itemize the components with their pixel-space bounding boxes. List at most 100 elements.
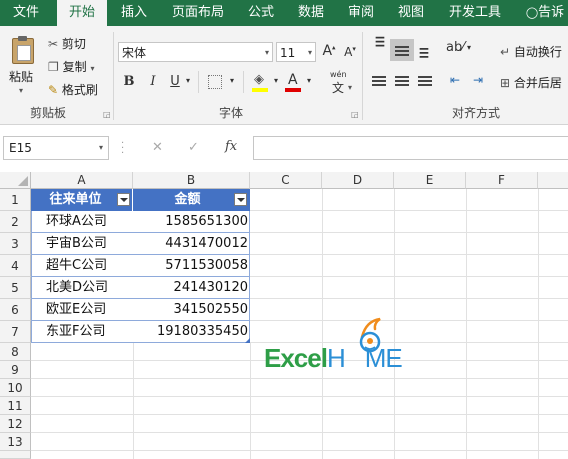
fill-color-button[interactable]: ◈ (252, 72, 270, 94)
chevron-down-icon[interactable]: ▾ (228, 76, 236, 85)
table-cell-amount[interactable]: 1585651300 (133, 211, 248, 233)
align-bottom-icon[interactable]: ▁ ▁ ▁ (416, 38, 432, 57)
increase-indent-icon[interactable]: ⇥ (469, 73, 487, 87)
table-resize-handle-icon[interactable] (245, 338, 250, 343)
row-header[interactable]: 5 (0, 277, 31, 299)
table-cell-amount[interactable]: 19180335450 (133, 321, 248, 343)
row-header[interactable]: 7 (0, 321, 31, 343)
cancel-entry-icon[interactable]: ✕ (152, 140, 163, 155)
column-header-c[interactable]: C (250, 172, 322, 189)
tab-home[interactable]: 开始 (57, 0, 107, 26)
row-header[interactable]: 9 (0, 361, 31, 379)
align-right-icon[interactable] (418, 76, 432, 78)
tab-insert[interactable]: 插入 (113, 0, 155, 26)
divider (243, 71, 244, 93)
logo-text-excel: Excel (264, 343, 328, 373)
tab-page-layout[interactable]: 页面布局 (163, 0, 233, 26)
font-group-label: 字体 (219, 106, 244, 120)
row-header[interactable]: 13 (0, 433, 31, 451)
select-all-corner[interactable] (0, 172, 31, 189)
formula-bar: E15 ▾ · · · ✕ ✓ fx (0, 125, 568, 172)
phonetic-guide-button[interactable]: wén 文 ▾ (325, 70, 355, 96)
decrease-indent-icon[interactable]: ⇤ (446, 73, 464, 87)
row-header[interactable]: 3 (0, 233, 31, 255)
divider (198, 71, 199, 93)
column-header-f[interactable]: F (466, 172, 538, 189)
tab-data[interactable]: 数据 (290, 0, 332, 26)
row-header[interactable]: 12 (0, 415, 31, 433)
gridline (466, 189, 467, 459)
grow-font-button[interactable]: A▴ (321, 43, 337, 59)
tab-file[interactable]: 文件 (0, 0, 52, 26)
chevron-down-icon[interactable]: ▾ (272, 76, 280, 85)
row-header[interactable]: 11 (0, 397, 31, 415)
row-header[interactable]: 6 (0, 299, 31, 321)
table-cell-company[interactable]: 北美D公司 (46, 277, 133, 299)
table-cell-amount[interactable]: 5711530058 (133, 255, 248, 277)
row-header[interactable]: 8 (0, 343, 31, 361)
chevron-down-icon: ▾ (264, 48, 269, 57)
underline-button[interactable]: U (168, 74, 182, 89)
dialog-launcher-icon[interactable]: ◲ (351, 110, 359, 119)
format-painter-button[interactable]: ✎ 格式刷 (48, 81, 98, 98)
align-middle-button[interactable] (390, 39, 414, 61)
row-header[interactable]: 4 (0, 255, 31, 277)
font-color-button[interactable]: A (284, 72, 302, 94)
table-cell-company[interactable]: 宇宙B公司 (46, 233, 133, 255)
name-box[interactable]: E15 ▾ (3, 136, 109, 160)
table-cell-company[interactable]: 欧亚E公司 (46, 299, 133, 321)
column-header-e[interactable]: E (394, 172, 466, 189)
table-cell-company[interactable]: 超牛C公司 (46, 255, 133, 277)
enter-entry-icon[interactable]: ✓ (188, 140, 199, 155)
table-cell-amount[interactable]: 4431470012 (133, 233, 248, 255)
paste-button[interactable]: 粘贴 ▾ (6, 34, 40, 104)
filter-dropdown-icon[interactable] (117, 193, 130, 206)
row-header[interactable]: 2 (0, 211, 31, 233)
formula-input[interactable] (253, 136, 568, 160)
column-header-d[interactable]: D (322, 172, 394, 189)
align-middle-icon (395, 46, 409, 48)
tab-developer[interactable]: 开发工具 (442, 0, 508, 26)
table-cell-amount[interactable]: 241430120 (133, 277, 248, 299)
table-cell-amount[interactable]: 341502550 (133, 299, 248, 321)
font-size-select[interactable]: 11 ▾ (276, 42, 316, 62)
column-header-a[interactable]: A (31, 172, 133, 189)
format-painter-label: 格式刷 (61, 83, 98, 97)
border-icon[interactable] (208, 75, 222, 89)
tab-tell-me[interactable]: ◯告诉 (522, 0, 568, 26)
align-left-icon[interactable] (372, 76, 386, 78)
row-header[interactable]: 10 (0, 379, 31, 397)
column-header-g[interactable] (538, 172, 568, 189)
tab-view[interactable]: 视图 (390, 0, 432, 26)
filter-dropdown-icon[interactable] (234, 193, 247, 206)
copy-button[interactable]: ❐ 复制 ▾ (48, 58, 94, 75)
formula-bar-grip-icon[interactable]: · · · (121, 139, 124, 159)
table-header-cell[interactable]: 往来单位 (31, 189, 133, 211)
table-cell-company[interactable]: 东亚F公司 (46, 321, 133, 343)
tab-review[interactable]: 审阅 (340, 0, 382, 26)
paintbrush-icon: ✎ (48, 83, 59, 97)
cut-button[interactable]: ✂ 剪切 (48, 35, 86, 52)
wrap-text-label: 自动换行 (513, 45, 562, 59)
table-cell-company[interactable]: 环球A公司 (46, 211, 133, 233)
dialog-launcher-icon[interactable]: ◲ (103, 110, 111, 119)
column-header-b[interactable]: B (133, 172, 250, 189)
tab-formulas[interactable]: 公式 (240, 0, 282, 26)
bold-button[interactable]: B (122, 74, 136, 89)
font-name-select[interactable]: 宋体 ▾ (118, 42, 273, 62)
row-header[interactable] (0, 451, 31, 459)
chevron-down-icon[interactable]: ▾ (184, 76, 192, 85)
chevron-down-icon: ▾ (98, 143, 103, 152)
italic-button[interactable]: I (146, 74, 160, 89)
wrap-text-button[interactable]: ↵ 自动换行 (500, 43, 562, 60)
chevron-down-icon[interactable]: ▾ (465, 43, 473, 52)
align-top-icon[interactable]: ▔ ▔ ▔ (372, 38, 388, 57)
chevron-down-icon[interactable]: ▾ (305, 76, 313, 85)
shrink-font-button[interactable]: A▾ (342, 45, 358, 59)
align-center-icon[interactable] (395, 76, 409, 78)
insert-function-icon[interactable]: fx (225, 139, 237, 154)
orientation-icon[interactable]: ab⁄ (446, 40, 464, 55)
row-header[interactable]: 1 (0, 189, 31, 211)
merge-center-button[interactable]: ⊞ 合并后居 (500, 74, 562, 91)
table-header-cell[interactable]: 金额 (133, 189, 250, 211)
